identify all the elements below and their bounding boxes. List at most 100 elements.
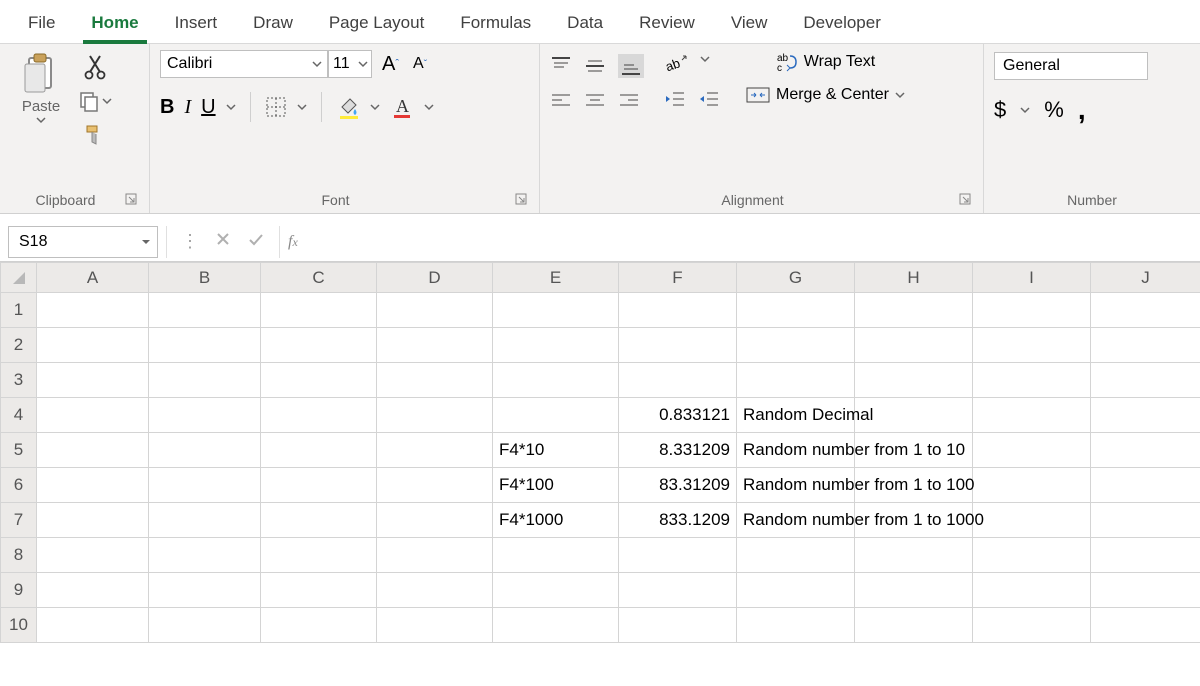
cell-A6[interactable] (37, 468, 149, 503)
align-middle-icon[interactable] (584, 54, 606, 78)
increase-font-icon[interactable]: Aˆ (382, 53, 399, 76)
cell-A1[interactable] (37, 293, 149, 328)
cell-G10[interactable] (737, 608, 855, 643)
fill-color-dropdown-icon[interactable] (370, 102, 380, 112)
cell-B2[interactable] (149, 328, 261, 363)
cell-B8[interactable] (149, 538, 261, 573)
row-header-3[interactable]: 3 (1, 363, 37, 398)
cell-B9[interactable] (149, 573, 261, 608)
cell-A7[interactable] (37, 503, 149, 538)
col-header-D[interactable]: D (377, 263, 493, 293)
cell-D6[interactable] (377, 468, 493, 503)
cell-I5[interactable] (973, 433, 1091, 468)
cell-H8[interactable] (855, 538, 973, 573)
cell-C1[interactable] (261, 293, 377, 328)
select-all-corner[interactable] (1, 263, 37, 293)
row-header-6[interactable]: 6 (1, 468, 37, 503)
cell-B7[interactable] (149, 503, 261, 538)
alignment-launcher-icon[interactable] (959, 193, 973, 207)
cell-C2[interactable] (261, 328, 377, 363)
align-center-icon[interactable] (584, 92, 606, 110)
col-header-A[interactable]: A (37, 263, 149, 293)
cell-G7[interactable]: Random number from 1 to 1000 (737, 503, 855, 538)
font-name-input[interactable] (160, 50, 328, 78)
borders-icon[interactable] (265, 96, 287, 118)
cell-I10[interactable] (973, 608, 1091, 643)
row-header-7[interactable]: 7 (1, 503, 37, 538)
cell-C4[interactable] (261, 398, 377, 433)
row-header-4[interactable]: 4 (1, 398, 37, 433)
align-bottom-icon[interactable] (618, 54, 644, 78)
underline-dropdown-icon[interactable] (226, 102, 236, 112)
font-color-dropdown-icon[interactable] (424, 102, 434, 112)
font-launcher-icon[interactable] (515, 193, 529, 207)
cell-B1[interactable] (149, 293, 261, 328)
cell-C9[interactable] (261, 573, 377, 608)
cell-G9[interactable] (737, 573, 855, 608)
tab-data[interactable]: Data (549, 3, 621, 43)
format-painter-icon[interactable] (78, 122, 112, 146)
formula-options-icon[interactable]: ⋮ (181, 231, 199, 252)
font-name-dropdown-icon[interactable] (312, 59, 322, 69)
col-header-J[interactable]: J (1091, 263, 1200, 293)
orientation-dropdown-icon[interactable] (700, 54, 710, 64)
align-left-icon[interactable] (550, 92, 572, 110)
cell-G3[interactable] (737, 363, 855, 398)
tab-home[interactable]: Home (73, 3, 156, 43)
enter-formula-icon[interactable] (247, 231, 265, 252)
cell-H2[interactable] (855, 328, 973, 363)
increase-indent-icon[interactable] (698, 90, 720, 108)
spreadsheet-grid[interactable]: A B C D E F G H I J 12340.833121Random D… (0, 262, 1200, 686)
accounting-dropdown-icon[interactable] (1020, 105, 1030, 115)
cell-I9[interactable] (973, 573, 1091, 608)
cell-I4[interactable] (973, 398, 1091, 433)
name-box[interactable]: S18 (8, 226, 158, 258)
cell-J1[interactable] (1091, 293, 1200, 328)
cell-H1[interactable] (855, 293, 973, 328)
row-header-8[interactable]: 8 (1, 538, 37, 573)
cell-I6[interactable] (973, 468, 1091, 503)
cell-I8[interactable] (973, 538, 1091, 573)
row-header-1[interactable]: 1 (1, 293, 37, 328)
tab-draw[interactable]: Draw (235, 3, 311, 43)
cell-A4[interactable] (37, 398, 149, 433)
cell-A2[interactable] (37, 328, 149, 363)
cell-F1[interactable] (619, 293, 737, 328)
cell-D8[interactable] (377, 538, 493, 573)
orientation-icon[interactable]: ab (664, 54, 688, 76)
decrease-font-icon[interactable]: Aˇ (413, 55, 427, 73)
tab-developer[interactable]: Developer (785, 3, 899, 43)
cell-G2[interactable] (737, 328, 855, 363)
cell-I2[interactable] (973, 328, 1091, 363)
cell-D2[interactable] (377, 328, 493, 363)
col-header-H[interactable]: H (855, 263, 973, 293)
bold-button[interactable]: B (160, 96, 174, 119)
underline-button[interactable]: U (201, 96, 215, 119)
align-top-icon[interactable] (550, 54, 572, 78)
cell-D5[interactable] (377, 433, 493, 468)
cell-C8[interactable] (261, 538, 377, 573)
cell-J6[interactable] (1091, 468, 1200, 503)
cell-F4[interactable]: 0.833121 (619, 398, 737, 433)
cell-D10[interactable] (377, 608, 493, 643)
col-header-F[interactable]: F (619, 263, 737, 293)
cell-F3[interactable] (619, 363, 737, 398)
cell-D9[interactable] (377, 573, 493, 608)
formula-input[interactable] (306, 226, 1200, 258)
borders-dropdown-icon[interactable] (297, 102, 307, 112)
percent-format-icon[interactable]: % (1044, 97, 1064, 123)
cell-B10[interactable] (149, 608, 261, 643)
cell-B4[interactable] (149, 398, 261, 433)
cell-I1[interactable] (973, 293, 1091, 328)
cell-I7[interactable] (973, 503, 1091, 538)
cell-E4[interactable] (493, 398, 619, 433)
italic-button[interactable]: I (184, 96, 191, 119)
cell-J8[interactable] (1091, 538, 1200, 573)
cell-J4[interactable] (1091, 398, 1200, 433)
clipboard-launcher-icon[interactable] (125, 193, 139, 207)
cell-E8[interactable] (493, 538, 619, 573)
cell-C5[interactable] (261, 433, 377, 468)
cell-F8[interactable] (619, 538, 737, 573)
cell-E9[interactable] (493, 573, 619, 608)
cell-A5[interactable] (37, 433, 149, 468)
